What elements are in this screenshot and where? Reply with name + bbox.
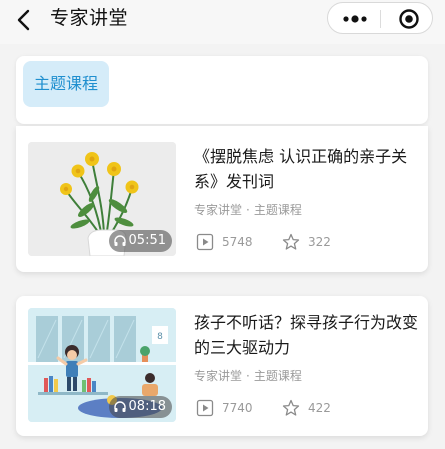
article-source: 专家讲堂 [194,369,243,383]
likes-count: 322 [308,235,331,249]
target-close-icon[interactable] [398,8,420,30]
headphones-icon [113,401,126,412]
article-thumbnail[interactable]: 8 08:18 [28,308,176,422]
article-card[interactable]: 05:51 《摆脱焦虑 认识正确的亲子关系》发刊词 专家讲堂 · 主题课程 5748… [16,126,428,272]
views-count: 5748 [222,235,253,249]
play-icon [196,399,214,417]
article-title[interactable]: 《摆脱焦虑 认识正确的亲子关系》发刊词 [194,144,420,194]
likes-stat[interactable]: 322 [282,232,331,252]
likes-count: 422 [308,401,331,415]
menu-capsule [327,2,433,34]
article-card[interactable]: 8 08:18 孩子不听话？探寻孩子行为改变的三大驱动力 专家讲堂 · 主题课程… [16,296,428,436]
svg-text:8: 8 [157,332,163,342]
top-nav-bar: 专家讲堂 [0,0,445,44]
capsule-divider [380,10,381,28]
duration-badge: 05:51 [108,230,172,252]
star-icon[interactable] [282,399,300,417]
views-stat: 7740 [196,398,253,418]
duration-badge: 08:18 [108,396,172,418]
duration-text: 05:51 [128,233,166,248]
views-stat: 5748 [196,232,253,252]
duration-text: 08:18 [128,399,166,414]
tabs-card: 主题课程 [16,56,428,124]
more-dots-icon[interactable] [341,11,369,27]
article-category: 主题课程 [253,203,302,217]
star-icon[interactable] [282,233,300,251]
article-tags: 专家讲堂 · 主题课程 [194,203,302,217]
page-title: 专家讲堂 [50,7,129,29]
tab-theme-course[interactable]: 主题课程 [23,61,109,107]
back-chevron-icon[interactable] [14,8,36,32]
headphones-icon [113,235,126,246]
play-icon [196,233,214,251]
article-tags: 专家讲堂 · 主题课程 [194,369,302,383]
article-thumbnail[interactable]: 05:51 [28,142,176,256]
likes-stat[interactable]: 422 [282,398,331,418]
views-count: 7740 [222,401,253,415]
article-category: 主题课程 [253,369,302,383]
article-title[interactable]: 孩子不听话？探寻孩子行为改变的三大驱动力 [194,310,420,360]
article-source: 专家讲堂 [194,203,243,217]
